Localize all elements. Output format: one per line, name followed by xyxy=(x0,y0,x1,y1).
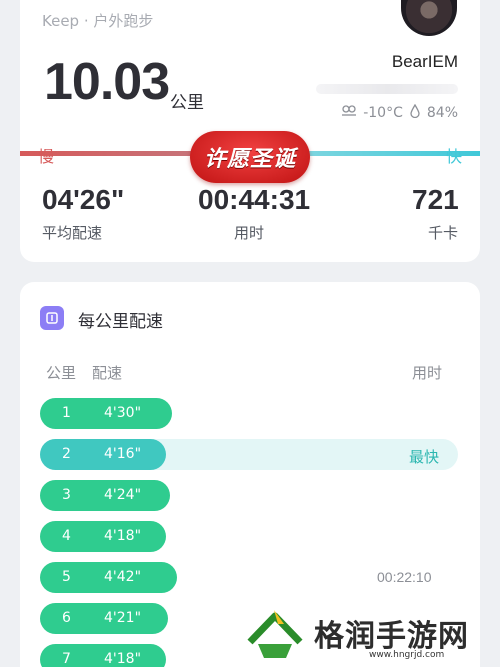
haze-icon xyxy=(341,104,357,122)
row-pace-value: 4'16" xyxy=(104,446,142,462)
row-pace-value: 4'18" xyxy=(104,651,142,667)
split-time-km5: 00:22:10 xyxy=(377,569,432,585)
fastest-tag: 最快 xyxy=(409,448,440,466)
avg-pace-value: 04'26" xyxy=(42,184,125,215)
pace-row-km-4[interactable]: 4 4'18" xyxy=(40,521,166,552)
row-km-number: 2 xyxy=(62,446,71,462)
droplet-icon xyxy=(409,103,421,122)
row-km-number: 5 xyxy=(62,569,71,585)
watermark-text: 格润手游网 xyxy=(314,618,469,654)
pace-row-km-6[interactable]: 6 4'21" xyxy=(40,603,168,634)
activity-source: Keep · 户外跑步 xyxy=(42,12,154,30)
duration-label: 用时 xyxy=(234,224,265,242)
pace-section-title: 每公里配速 xyxy=(78,312,163,332)
calories-value: 721 xyxy=(412,184,459,215)
pace-row-km-5[interactable]: 5 4'42" xyxy=(40,562,177,593)
row-km-number: 4 xyxy=(62,528,71,544)
fast-label: 快 xyxy=(446,147,463,166)
humidity: 84% xyxy=(426,105,458,121)
distance-value: 10.03 xyxy=(44,53,170,111)
row-km-number: 3 xyxy=(62,487,71,503)
row-pace-value: 4'24" xyxy=(104,487,142,503)
pace-row-km-3[interactable]: 3 4'24" xyxy=(40,480,170,511)
pace-row-km-7[interactable]: 7 4'18" xyxy=(40,644,166,667)
temperature: -10°C xyxy=(363,105,403,121)
weather-info: -10°C 84% xyxy=(341,103,458,122)
pace-chart-icon xyxy=(40,306,64,330)
col-header-time: 用时 xyxy=(412,364,443,382)
username[interactable]: BearIEM xyxy=(392,52,458,72)
row-pace-value: 4'30" xyxy=(104,405,142,421)
watermark-url: www.hngrjd.com xyxy=(369,650,445,660)
pace-row-km-2[interactable]: 2 4'16" xyxy=(40,439,166,470)
avg-pace-label: 平均配速 xyxy=(42,224,103,242)
pace-row-km-1[interactable]: 1 4'30" xyxy=(40,398,172,429)
watermark-logo-icon xyxy=(244,602,306,664)
slow-label: 慢 xyxy=(38,147,55,166)
row-km-number: 6 xyxy=(62,610,71,626)
distance-unit: 公里 xyxy=(170,93,204,113)
christmas-wish-badge[interactable]: 许愿圣诞 xyxy=(190,131,310,183)
calories-label: 千卡 xyxy=(428,224,459,242)
duration-value: 00:44:31 xyxy=(198,184,311,215)
col-header-pace: 配速 xyxy=(92,364,123,382)
blurred-location xyxy=(316,84,458,94)
row-km-number: 7 xyxy=(62,651,71,667)
site-watermark: 格润手游网 www.hngrjd.com xyxy=(244,598,500,667)
row-pace-value: 4'18" xyxy=(104,528,142,544)
col-header-km: 公里 xyxy=(46,364,77,382)
row-pace-value: 4'42" xyxy=(104,569,142,585)
row-km-number: 1 xyxy=(62,405,71,421)
row-pace-value: 4'21" xyxy=(104,610,142,626)
